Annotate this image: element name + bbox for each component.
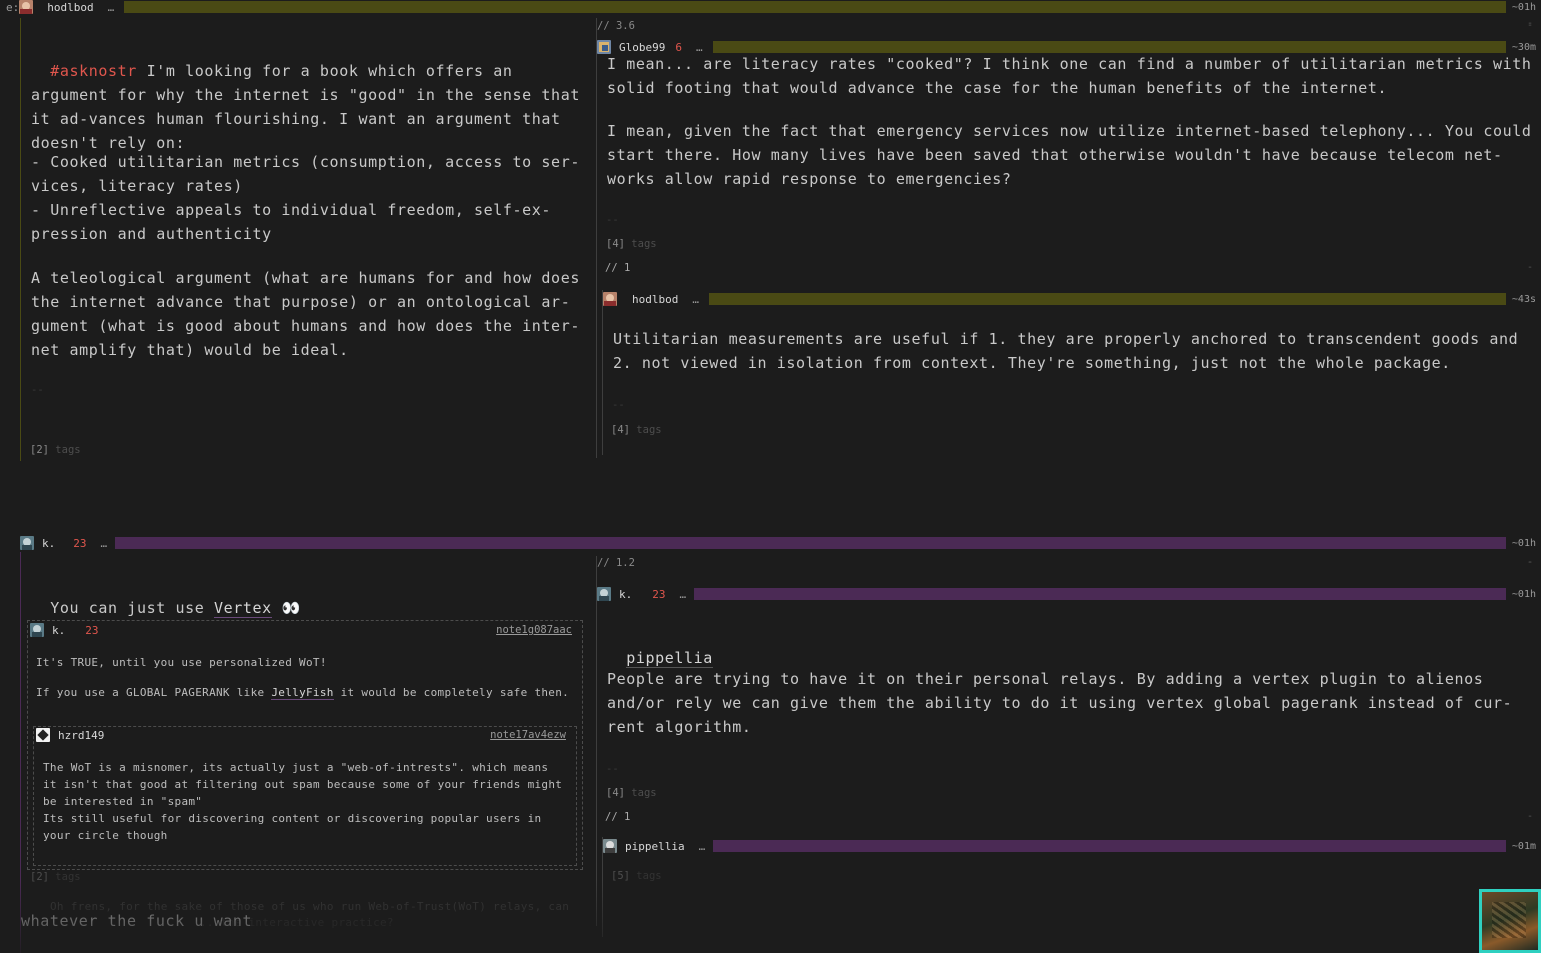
tags-count: [2] [30, 871, 49, 883]
composer-overlay-text[interactable]: whatever the fuck u want [21, 912, 252, 930]
timestamp: ~01h [1511, 1, 1536, 13]
tags-row[interactable]: [4] tags [611, 424, 662, 436]
avatar[interactable] [30, 623, 44, 637]
separator: -- [606, 763, 619, 775]
reply-count[interactable]: // 1 [605, 262, 630, 274]
author-name[interactable]: k. [42, 537, 55, 550]
author-name[interactable]: k. [619, 588, 632, 601]
thread-line [602, 290, 603, 455]
follow-count: 23 [73, 536, 87, 550]
timestamp: ~01h [1511, 537, 1536, 549]
quote-header: hzrd149 note17av4ezw [36, 728, 570, 742]
author-name[interactable]: k. [52, 624, 65, 637]
tags-count: [4] [606, 238, 625, 250]
tags-row[interactable]: [4] tags [606, 238, 657, 250]
tags-label: tags [636, 424, 662, 436]
author-color-bar [694, 588, 1506, 600]
vertex-link[interactable]: Vertex [214, 599, 272, 618]
post-content: #asknostr I'm looking for a book which o… [31, 62, 590, 152]
post-paragraph: - Cooked utilitarian metrics (consumptio… [31, 153, 580, 243]
follow-count: 23 [652, 587, 666, 601]
separator: -- [612, 399, 625, 411]
timestamp: ~01h [1511, 588, 1536, 600]
thread-line [20, 18, 21, 461]
tags-label: tags [631, 787, 657, 799]
collapse-dash[interactable]: - [1527, 262, 1533, 273]
separator: -- [31, 384, 44, 396]
tags-label: tags [636, 870, 662, 882]
tags-label: tags [631, 238, 657, 250]
hashtag[interactable]: #asknostr [50, 62, 137, 80]
quote-text: If you use a GLOBAL PAGERANK like JellyF… [36, 686, 570, 700]
author-name[interactable]: hodlbod [47, 1, 93, 14]
thread-line [20, 552, 21, 953]
tags-label: tags [55, 871, 81, 883]
tags-count: [5] [611, 870, 630, 882]
more-icon[interactable]: … [101, 537, 108, 550]
more-icon[interactable]: … [680, 588, 687, 601]
avatar[interactable] [603, 292, 617, 306]
reply-count[interactable]: // 1 [605, 811, 630, 823]
thread-score: // 3.6 [597, 20, 635, 32]
thread-line [596, 18, 597, 458]
reply-paragraph: I mean, given the fact that emergency se… [607, 122, 1541, 188]
post-paragraph: A teleological argument (what are humans… [31, 269, 590, 359]
tags-count: [2] [30, 444, 49, 456]
quote-text: The WoT is a misnomer, its actually just… [43, 761, 563, 842]
author-name[interactable]: hodlbod [632, 293, 678, 306]
quote-text: It's TRUE, until you use personalized Wo… [36, 656, 327, 669]
avatar[interactable] [603, 839, 617, 853]
collapse-dash[interactable]: - [1527, 20, 1533, 31]
tags-row[interactable]: [2] tags [30, 871, 81, 883]
avatar[interactable] [597, 587, 611, 601]
avatar[interactable] [19, 0, 34, 14]
author-name[interactable]: hzrd149 [58, 729, 104, 742]
tags-row[interactable]: [5] tags [611, 870, 662, 882]
author-color-bar [713, 840, 1506, 852]
timestamp: ~43s [1511, 293, 1536, 305]
tags-label: tags [55, 444, 81, 456]
timestamp: ~30m [1511, 41, 1536, 53]
post-header: k. 23 … ~01h [20, 536, 1541, 550]
more-icon[interactable]: … [699, 840, 706, 853]
author-color-bar [124, 1, 1506, 13]
avatar[interactable] [20, 536, 34, 550]
reply-header: k. 23 … ~01h [597, 587, 1541, 601]
thread-line [596, 556, 597, 926]
author-color-bar [115, 537, 1506, 549]
reply-header: pippellia … ~01m [603, 839, 1541, 853]
reply-paragraph: Utilitarian measurements are useful if 1… [613, 330, 1528, 372]
reply-paragraph: I mean... are literacy rates "cooked"? I… [607, 55, 1541, 97]
thread-score: // 1.2 [597, 557, 635, 569]
reply-header: hodlbod … ~43s [603, 292, 1541, 306]
profile-thumbnail[interactable] [1479, 889, 1541, 953]
post-header: e: hodlbod … ~01h [0, 0, 1541, 14]
quote-header: k. 23 note1g087aac [30, 623, 576, 637]
collapse-dash[interactable]: - [1527, 811, 1533, 822]
author-color-bar [708, 293, 1506, 305]
more-icon[interactable]: … [692, 293, 699, 306]
avatar[interactable] [36, 728, 50, 742]
post-content: You can just use Vertex 👀 [50, 599, 301, 618]
separator: -- [606, 214, 619, 226]
mention[interactable]: pippellia [607, 622, 713, 670]
tags-row[interactable]: [4] tags [606, 787, 657, 799]
collapse-dash[interactable]: - [1527, 557, 1533, 568]
follow-count: 23 [85, 623, 99, 637]
note-id-link[interactable]: note17av4ezw [490, 729, 566, 741]
author-name[interactable]: pippellia [625, 840, 685, 853]
tags-row[interactable]: [2] tags [30, 444, 81, 456]
prefix-label: e: [6, 0, 20, 14]
note-id-link[interactable]: note1g087aac [496, 624, 572, 636]
thumbnail-image-icon [1492, 902, 1526, 938]
reply-paragraph: People are trying to have it on their pe… [607, 670, 1513, 736]
eyes-emoji: 👀 [281, 599, 301, 617]
tags-count: [4] [611, 424, 630, 436]
timestamp: ~01m [1511, 840, 1536, 852]
tags-count: [4] [606, 787, 625, 799]
more-icon[interactable]: … [108, 1, 115, 14]
jellyfish-link[interactable]: JellyFish [271, 686, 334, 700]
